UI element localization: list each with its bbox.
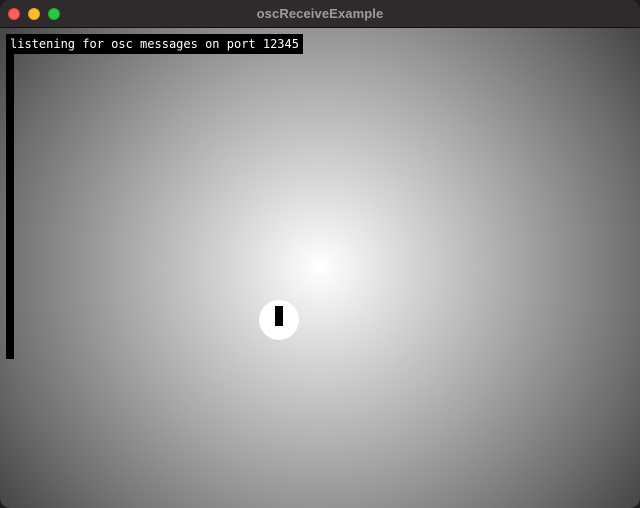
mouse-button-state-icon	[275, 306, 283, 326]
app-window: oscReceiveExample listening for osc mess…	[0, 0, 640, 508]
mouse-position-indicator	[259, 300, 299, 340]
title-bar[interactable]: oscReceiveExample	[0, 0, 640, 28]
window-title: oscReceiveExample	[256, 6, 384, 21]
message-log-bar	[6, 54, 14, 359]
render-canvas[interactable]: listening for osc messages on port 12345	[0, 28, 640, 508]
status-message: listening for osc messages on port 12345	[6, 34, 303, 54]
